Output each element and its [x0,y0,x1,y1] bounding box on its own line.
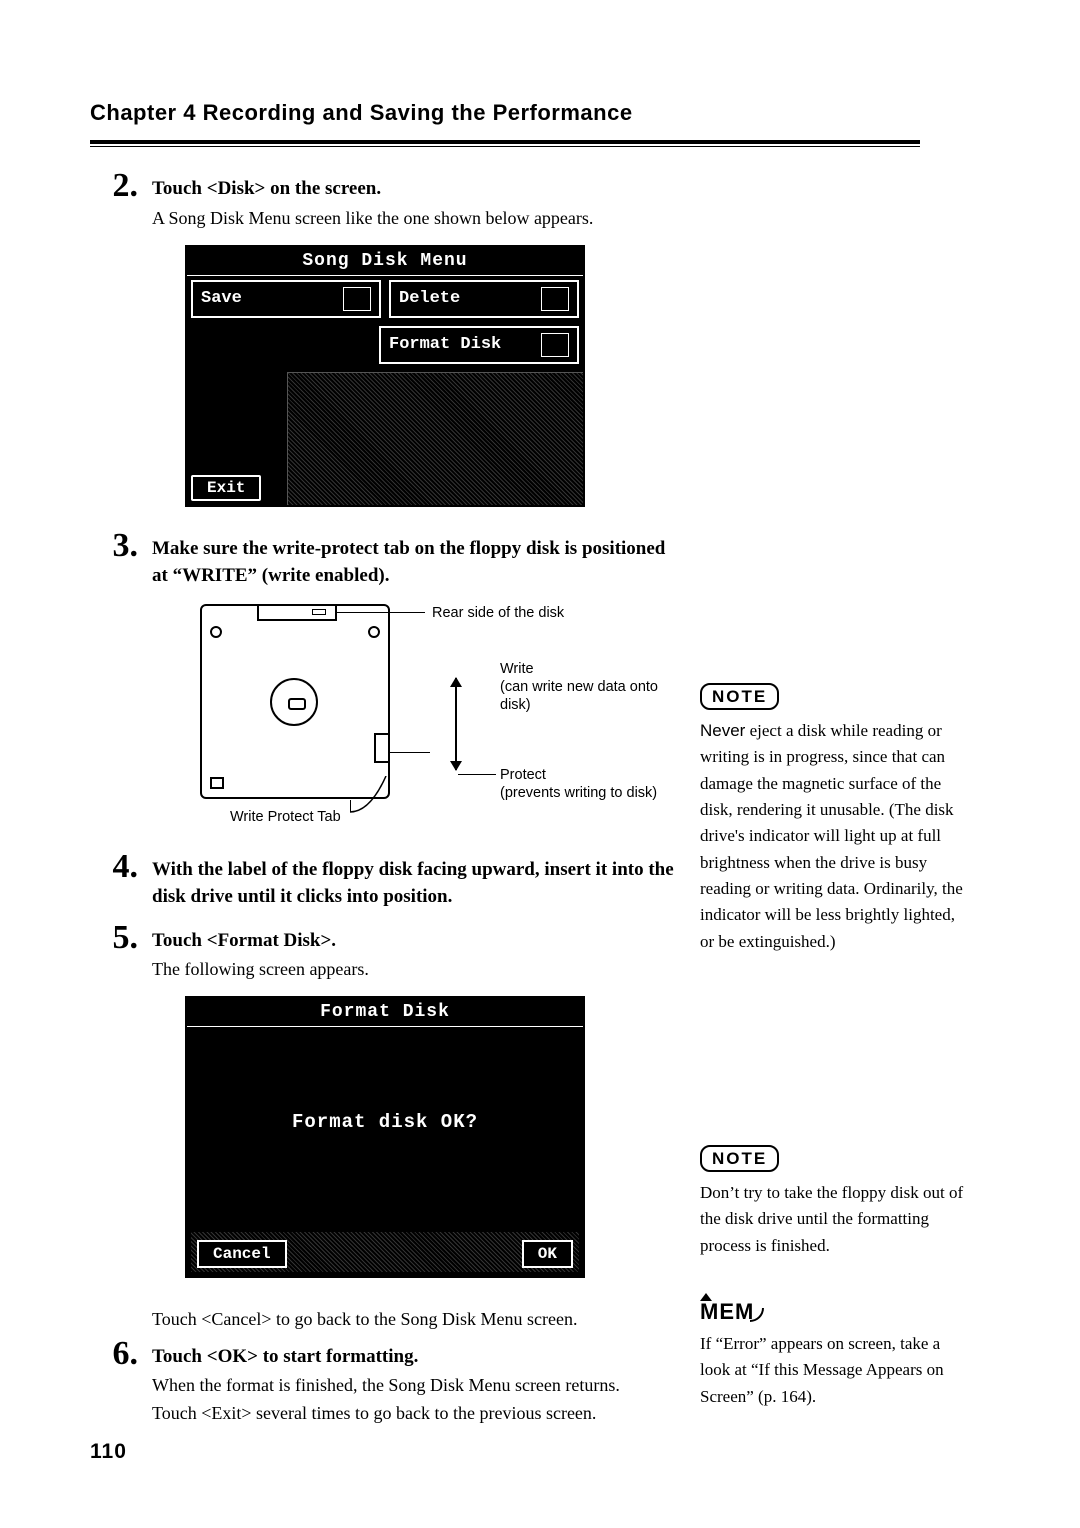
step-3: 3. Make sure the write-protect tab on th… [90,535,680,590]
step-heading: Touch <OK> to start formatting. [152,1343,680,1371]
lcd-title: Song Disk Menu [187,247,583,275]
format-disk-button[interactable]: Format Disk [379,326,579,364]
note-callout-1: NOTE Never eject a disk while reading or… [700,683,970,955]
delete-icon [541,287,569,311]
note-badge: NOTE [700,1145,779,1172]
lcd-message: Format disk OK? [187,1027,583,1133]
memo-callout: MEM If “Error” appears on screen, take a… [700,1299,970,1410]
step-text: The following screen appears. [152,956,680,982]
arrow-icon [455,678,457,770]
header-rule [90,140,920,147]
ok-button[interactable]: OK [522,1240,573,1268]
step-text: Touch <Exit> several times to go back to… [152,1400,680,1426]
step-2: 2. Touch <Disk> on the screen. A Song Di… [90,175,680,231]
step-number: 4. [90,850,152,884]
diagram-label-protect-sub: (prevents writing to disk) [500,784,657,802]
step-number: 6. [90,1337,152,1371]
note-badge: NOTE [700,683,779,710]
step-5: 5. Touch <Format Disk>. The following sc… [90,927,680,983]
save-icon [343,287,371,311]
step-number: 3. [90,529,152,563]
song-disk-menu-screenshot: Song Disk Menu Save Delete [185,245,585,507]
step-6: 6. Touch <OK> to start formatting. When … [90,1343,680,1427]
save-label: Save [201,289,242,308]
step-heading: Touch <Disk> on the screen. [152,175,680,203]
step-4: 4. With the label of the floppy disk fac… [90,856,680,911]
lcd-title: Format Disk [187,998,583,1026]
memo-text: If “Error” appears on screen, take a loo… [700,1331,970,1410]
diagram-label-write: Write [500,660,534,678]
step-heading: Make sure the write-protect tab on the f… [152,535,680,590]
memo-badge: MEM [700,1299,764,1325]
diagram-label-wp-tab: Write Protect Tab [230,808,341,826]
delete-button[interactable]: Delete [389,280,579,318]
diagram-label-protect: Protect [500,766,546,784]
note-text: Never eject a disk while reading or writ… [700,718,970,955]
note-callout-2: NOTE Don’t try to take the floppy disk o… [700,1145,970,1259]
step-number: 2. [90,169,152,203]
step-number: 5. [90,921,152,955]
step-text: A Song Disk Menu screen like the one sho… [152,205,680,231]
note-text: Don’t try to take the floppy disk out of… [700,1180,970,1259]
diagram-label-rear: Rear side of the disk [432,604,564,622]
note-emphasis: Never [700,721,745,740]
body-text: Touch <Cancel> to go back to the Song Di… [152,1306,680,1332]
page-number: 110 [90,1440,127,1464]
floppy-write-protect-diagram: Rear side of the disk Write (can write n… [200,604,670,834]
step-heading: Touch <Format Disk>. [152,927,680,955]
save-button[interactable]: Save [191,280,381,318]
delete-label: Delete [399,289,460,308]
format-disk-screenshot: Format Disk Format disk OK? Cancel OK [185,996,585,1278]
chapter-title: Chapter 4 Recording and Saving the Perfo… [90,100,990,140]
cancel-button[interactable]: Cancel [197,1240,287,1268]
exit-button[interactable]: Exit [191,475,261,501]
diagram-label-write-sub: (can write new data onto disk) [500,678,670,714]
floppy-disk-icon [200,604,390,799]
step-heading: With the label of the floppy disk facing… [152,856,680,911]
disk-icon [541,333,569,357]
format-label: Format Disk [389,335,501,354]
step-text: When the format is finished, the Song Di… [152,1372,680,1398]
